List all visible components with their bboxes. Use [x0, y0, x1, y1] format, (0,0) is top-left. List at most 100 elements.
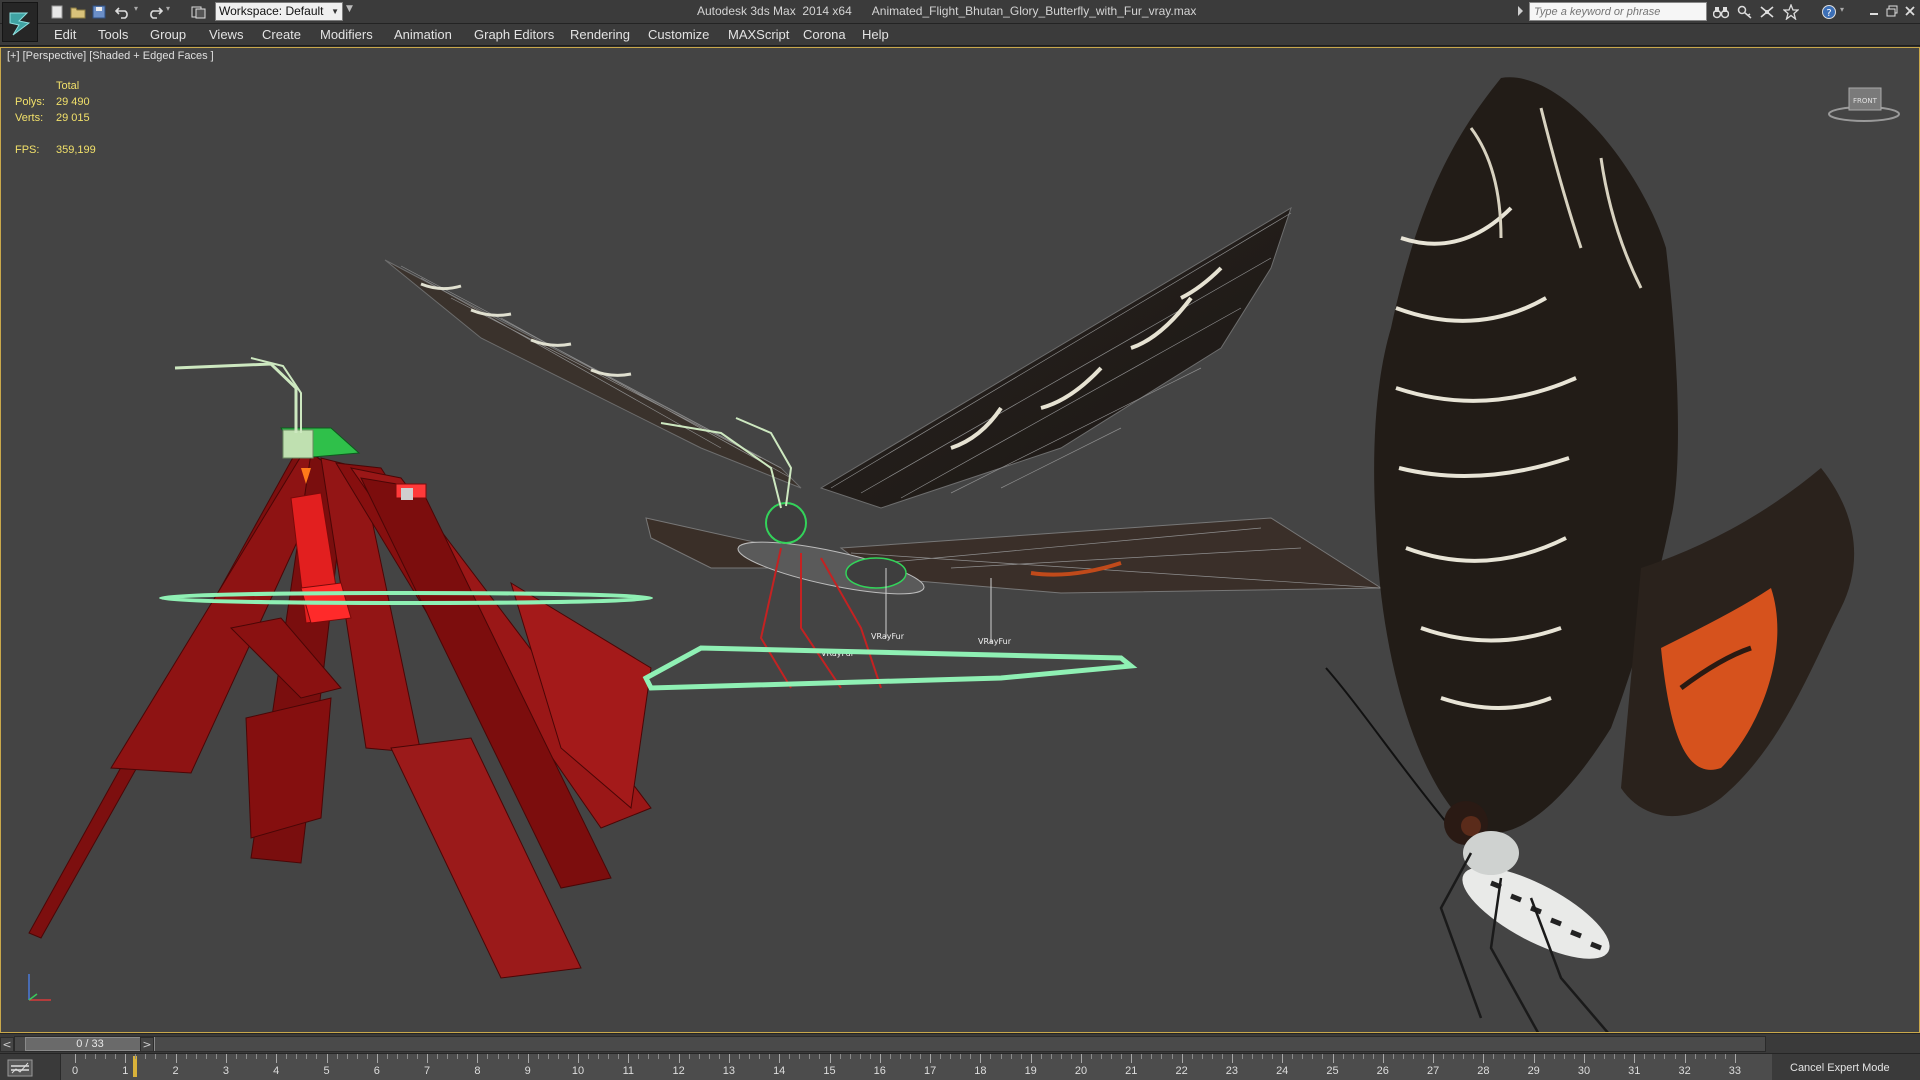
timeline-minor-tick	[1644, 1054, 1646, 1059]
timeline-tick-label: 10	[571, 1065, 585, 1077]
rendered-butterfly[interactable]	[1325, 77, 1855, 1032]
undo-icon[interactable]	[114, 3, 132, 21]
bone-rig[interactable]	[28, 357, 652, 979]
timeline-tick	[980, 1054, 982, 1063]
new-file-icon[interactable]	[48, 3, 66, 21]
binoculars-icon[interactable]	[1712, 3, 1730, 21]
timeline-tick	[1634, 1054, 1636, 1063]
timeline-minor-tick	[1604, 1054, 1606, 1059]
vrayfur-label: VRayFur	[871, 632, 905, 641]
timeline-minor-tick	[738, 1054, 740, 1059]
timeline-minor-tick	[437, 1054, 439, 1059]
helper-ring[interactable]	[642, 645, 1138, 691]
menu-customize[interactable]: Customize	[648, 27, 709, 42]
timeline-minor-tick	[1292, 1054, 1294, 1059]
help-dropdown-icon[interactable]: ▾	[1840, 5, 1844, 14]
viewcube-icon[interactable]: FRONT	[1827, 84, 1901, 124]
timeline-minor-tick	[648, 1054, 650, 1059]
save-icon[interactable]	[90, 3, 108, 21]
time-slider-track[interactable]: 0 / 33	[14, 1036, 1766, 1052]
timeline-tick	[225, 1054, 227, 1063]
search-input[interactable]	[1529, 2, 1707, 21]
timeline-minor-tick	[598, 1054, 600, 1059]
timeline-minor-tick	[537, 1054, 539, 1059]
timeline-tick-label: 12	[672, 1065, 685, 1077]
time-slider-handle[interactable]: 0 / 33	[25, 1037, 155, 1051]
timeline-tick-label: 13	[722, 1065, 736, 1077]
timeline-tick	[1483, 1054, 1485, 1063]
timeline-minor-tick	[266, 1054, 268, 1059]
help-icon[interactable]: ?	[1820, 3, 1838, 21]
menu-create[interactable]: Create	[262, 27, 301, 42]
timeline-minor-tick	[1141, 1054, 1143, 1059]
timeline-minor-tick	[1201, 1054, 1203, 1059]
timeline-minor-tick	[1664, 1054, 1666, 1059]
menu-help[interactable]: Help	[862, 27, 889, 42]
menu-rendering[interactable]: Rendering	[570, 27, 630, 42]
next-frame-button[interactable]: >	[140, 1037, 154, 1052]
minimize-icon[interactable]	[1866, 2, 1882, 20]
prev-frame-button[interactable]: <	[0, 1037, 14, 1052]
timeline-minor-tick	[799, 1054, 801, 1059]
timeline-minor-tick	[1412, 1054, 1414, 1059]
mini-curve-editor-icon[interactable]	[6, 1058, 34, 1078]
menu-views[interactable]: Views	[209, 27, 243, 42]
close-icon[interactable]	[1902, 2, 1918, 20]
viewport-label[interactable]: [+] [Perspective] [Shaded + Edged Faces …	[7, 50, 214, 62]
quick-access-customize-icon[interactable]: ▼	[346, 4, 353, 14]
timeline-minor-tick	[487, 1054, 489, 1059]
current-time-marker[interactable]	[133, 1056, 137, 1077]
redo-dropdown-icon[interactable]: ▾	[166, 4, 170, 13]
timeline-tick	[779, 1054, 781, 1063]
timeline-minor-tick	[1302, 1054, 1304, 1059]
application-menu-button[interactable]	[2, 2, 38, 42]
timeline-minor-tick	[1020, 1054, 1022, 1059]
timeline-minor-tick	[185, 1054, 187, 1059]
timeline-minor-tick	[718, 1054, 720, 1059]
svg-text:?: ?	[1826, 8, 1831, 19]
redo-icon[interactable]	[146, 3, 164, 21]
menu-animation[interactable]: Animation	[394, 27, 452, 42]
menu-corona[interactable]: Corona	[803, 27, 846, 42]
window-title: Autodesk 3ds Max 2014 x64 Animated_Flight…	[697, 4, 1196, 18]
timeline-minor-tick	[1624, 1054, 1626, 1059]
timeline-minor-tick	[507, 1054, 509, 1059]
restore-icon[interactable]	[1884, 2, 1900, 20]
timeline-minor-tick	[668, 1054, 670, 1059]
timeline-minor-tick	[205, 1054, 207, 1059]
timeline-minor-tick	[1714, 1054, 1716, 1059]
timeline-tick-label: 14	[773, 1065, 786, 1077]
menu-graph-editors[interactable]: Graph Editors	[474, 27, 554, 42]
open-folder-icon[interactable]	[69, 3, 87, 21]
timeline-tick-label: 27	[1426, 1065, 1440, 1077]
timeline-minor-tick	[1402, 1054, 1404, 1059]
timeline-minor-tick	[859, 1054, 861, 1059]
star-icon[interactable]	[1782, 3, 1800, 21]
cancel-expert-mode-button[interactable]: Cancel Expert Mode	[1790, 1062, 1890, 1074]
timeline-ruler[interactable]: 0 1 2 3 4 5 6 7 8 9 10 11 12 13 14 15 16 17 18 19 20 21 22 23 24…	[60, 1054, 1772, 1080]
key-icon[interactable]	[1736, 3, 1754, 21]
menu-modifiers[interactable]: Modifiers	[320, 27, 373, 42]
menu-tools[interactable]: Tools	[98, 27, 128, 42]
project-folder-icon[interactable]	[190, 3, 208, 21]
timeline-minor-tick	[960, 1054, 962, 1059]
menu-edit[interactable]: Edit	[54, 27, 76, 42]
undo-dropdown-icon[interactable]: ▾	[134, 4, 138, 13]
timeline-minor-tick	[1594, 1054, 1596, 1059]
menu-maxscript[interactable]: MAXScript	[728, 27, 789, 42]
timeline-minor-tick	[1372, 1054, 1374, 1059]
timeline-minor-tick	[95, 1054, 97, 1059]
timeline-tick	[1231, 1054, 1233, 1063]
timeline-minor-tick	[336, 1054, 338, 1059]
timeline-minor-tick	[417, 1054, 419, 1059]
timeline-tick	[1584, 1054, 1585, 1063]
timeline-tick-label: 24	[1276, 1065, 1289, 1077]
timeline-minor-tick	[638, 1054, 640, 1059]
workspace-dropdown[interactable]: Workspace: Default ▼	[215, 2, 343, 21]
exchange-icon[interactable]	[1758, 3, 1776, 21]
menu-group[interactable]: Group	[150, 27, 186, 42]
perspective-viewport[interactable]: VRayFur VRayFur VRayFur [+] [Perspective…	[0, 47, 1920, 1033]
timeline-tick-label: 1	[122, 1065, 129, 1077]
search-expand-icon[interactable]	[1518, 6, 1523, 16]
timeline-minor-tick	[1493, 1054, 1495, 1059]
